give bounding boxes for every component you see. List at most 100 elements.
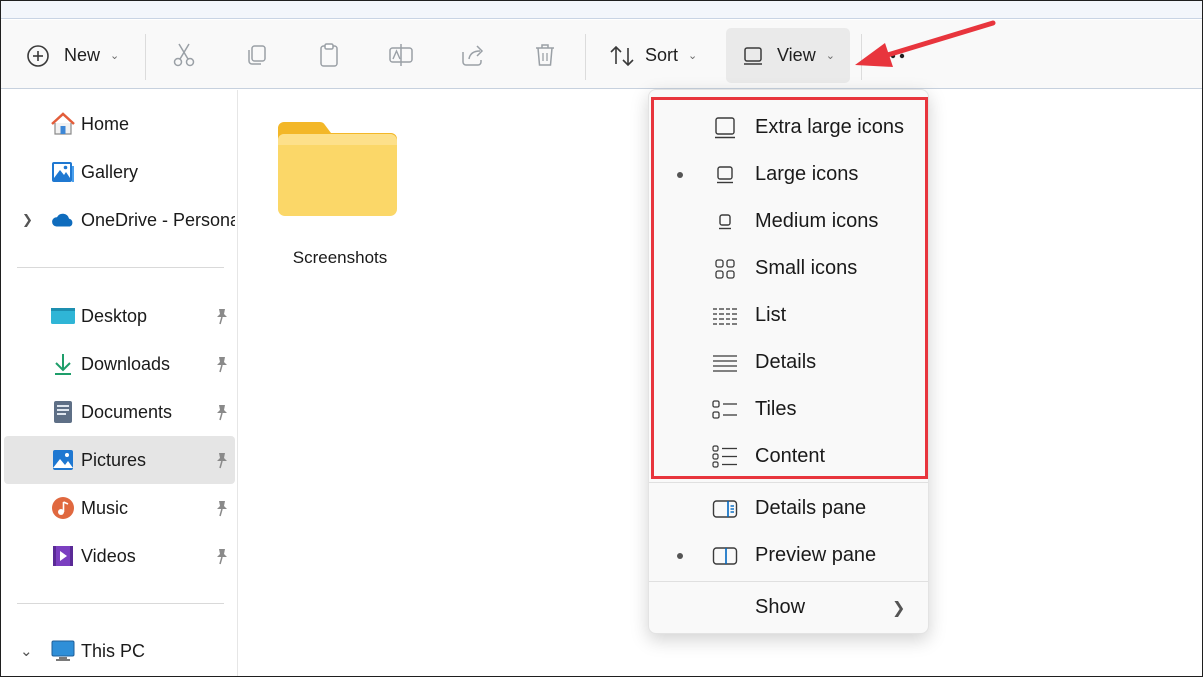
tiles-icon [712,397,738,423]
view-label: View [777,45,816,65]
sidebar-item-label: Documents [81,401,173,422]
menu-item-label: Small icons [755,257,858,279]
toolbar-separator [585,34,586,80]
menu-item-medium-icons[interactable]: Medium icons [649,198,928,245]
sidebar-divider [17,603,224,604]
add-icon [27,44,49,67]
sidebar-item-label: Gallery [81,161,139,182]
home-icon [50,111,76,137]
chevron-down-icon[interactable]: ⌄ [20,642,33,660]
selected-bullet-icon [677,171,683,178]
list-icon [712,303,738,329]
pin-icon [217,549,227,565]
videos-icon [50,543,76,569]
sidebar-item-pictures[interactable]: Pictures [4,436,235,484]
sidebar-item-music[interactable]: Music [4,484,235,532]
downloads-icon [50,351,76,377]
folder-item[interactable]: Screenshots [275,118,425,278]
share-icon[interactable] [460,42,486,68]
small-icons-icon [712,256,738,282]
sidebar-item-onedrive[interactable]: ❯ OneDrive - Personal [4,196,235,244]
menu-item-large-icons[interactable]: Large icons [649,151,928,198]
menu-item-label: Details [755,351,817,373]
pin-icon [217,405,227,421]
delete-icon[interactable] [532,42,558,68]
sidebar-item-this-pc[interactable]: ⌄ This PC [4,627,235,675]
folder-label: Screenshots [292,248,388,267]
red-arrow-icon [855,20,996,67]
menu-item-label: Extra large icons [755,116,904,138]
address-bar-area [1,1,1202,19]
menu-item-small-icons[interactable]: Small icons [649,245,928,292]
sort-icon [610,45,634,66]
paste-icon[interactable] [316,42,342,68]
medium-icons-icon [712,209,738,235]
chevron-down-icon: ⌄ [688,50,698,62]
menu-item-details[interactable]: Details [649,339,928,386]
menu-item-content[interactable]: Content [649,433,928,480]
view-dropdown-menu: Extra large icons Large icons Medium ico… [648,89,929,634]
pictures-icon [50,447,76,473]
sidebar-item-videos[interactable]: Videos [4,532,235,580]
sidebar-item-label: Desktop [81,305,148,326]
rename-icon[interactable] [388,42,414,68]
menu-item-label: Preview pane [755,544,877,566]
menu-item-label: Medium icons [755,210,879,232]
computer-icon [50,638,76,664]
chevron-down-icon: ⌄ [825,50,835,62]
desktop-icon [50,303,76,329]
sidebar-item-desktop[interactable]: Desktop [4,292,235,340]
sidebar-item-home[interactable]: Home [4,100,235,148]
menu-item-label: Details pane [755,497,867,519]
folder-icon [278,122,397,216]
sort-button[interactable]: Sort ⌄ [601,28,711,83]
navigation-pane: Home Gallery ❯ OneDrive - Personal Deskt… [1,90,238,676]
menu-item-show[interactable]: Show ❯ [649,584,928,631]
chevron-down-icon: ⌄ [110,50,120,62]
sidebar-item-label: This PC [81,640,146,661]
menu-item-label: List [755,304,787,326]
sidebar-item-documents[interactable]: Documents [4,388,235,436]
music-icon [50,495,76,521]
menu-item-details-pane[interactable]: Details pane [649,485,928,532]
menu-item-label: Tiles [755,398,797,420]
copy-icon[interactable] [244,42,270,68]
sidebar-item-label: Downloads [81,353,171,374]
large-icons-icon [712,162,738,188]
gallery-icon [50,159,76,185]
sidebar-item-downloads[interactable]: Downloads [4,340,235,388]
command-bar: New ⌄ Sort ⌄ View ⌄ [1,20,1202,89]
pin-icon [217,357,227,373]
sidebar-item-label: Videos [81,545,136,566]
chevron-right-icon[interactable]: ❯ [22,212,33,228]
pin-icon [217,309,227,325]
toolbar-separator [145,34,146,80]
menu-item-extra-large-icons[interactable]: Extra large icons [649,104,928,151]
menu-separator [649,482,928,483]
view-button[interactable]: View ⌄ [726,28,850,83]
documents-icon [50,399,76,425]
onedrive-icon [50,207,76,233]
sidebar-item-label: Music [81,497,129,518]
sidebar-item-label: Pictures [81,449,147,470]
preview-pane-icon [712,543,738,569]
selected-bullet-icon [677,552,683,559]
chevron-right-icon: ❯ [892,599,906,617]
sort-label: Sort [645,45,679,65]
new-label: New [64,45,101,65]
menu-separator [649,581,928,582]
menu-item-preview-pane[interactable]: Preview pane [649,532,928,579]
menu-item-label: Large icons [755,163,859,185]
view-icon [744,46,762,65]
file-explorer-window: New ⌄ Sort ⌄ View ⌄ Home Gallery ❯ OneDr… [0,0,1203,677]
pin-icon [217,501,227,517]
pin-icon [217,453,227,469]
cut-icon[interactable] [171,42,197,68]
sidebar-item-gallery[interactable]: Gallery [4,148,235,196]
menu-item-label: Show [755,596,806,618]
menu-item-tiles[interactable]: Tiles [649,386,928,433]
new-button[interactable]: New ⌄ [15,28,133,83]
sidebar-item-label: OneDrive - Personal [81,209,235,230]
menu-item-list[interactable]: List [649,292,928,339]
details-pane-icon [712,496,738,522]
